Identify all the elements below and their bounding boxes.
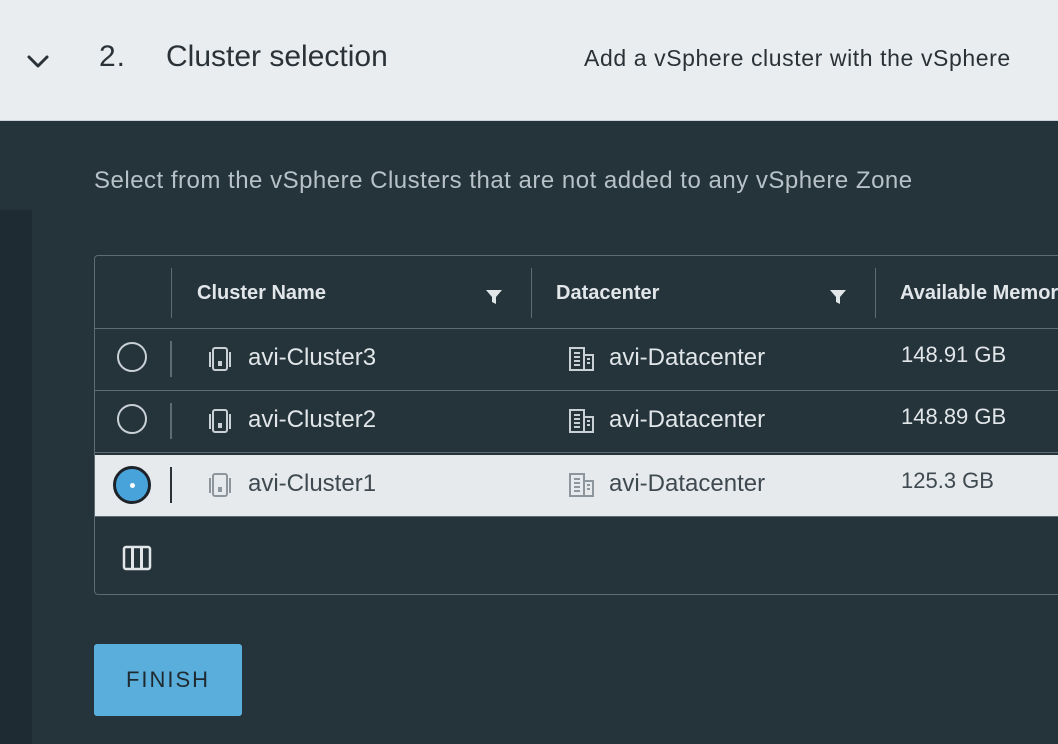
workload-management-page: 2. Cluster selection Add a vSphere clust… <box>0 0 1058 744</box>
filter-icon[interactable] <box>829 288 847 306</box>
datacenter-icon <box>569 347 594 371</box>
row-separator <box>170 403 172 439</box>
row-radio-button-checked[interactable] <box>113 466 151 504</box>
available-memory: 148.89 GB <box>901 404 1007 429</box>
datacenter-name: avi-Datacenter <box>609 470 766 497</box>
available-memory: 148.91 GB <box>901 342 1007 367</box>
cluster-icon <box>209 473 231 497</box>
datagrid-footer <box>95 518 1058 594</box>
column-separator[interactable] <box>531 268 532 318</box>
datagrid-header: Cluster Name Datacenter Available Memory <box>95 256 1058 329</box>
filter-icon[interactable] <box>485 288 503 306</box>
step-title: Cluster selection <box>166 40 388 73</box>
datacenter-name: avi-Datacenter <box>609 344 766 371</box>
datacenter-icon <box>569 473 594 497</box>
table-row[interactable]: avi-Cluster3 avi-Datacenter 148.91 GB <box>95 329 1058 391</box>
chevron-down-icon[interactable] <box>25 48 51 74</box>
datacenter-name: avi-Datacenter <box>609 406 766 433</box>
body-left-gutter <box>0 210 32 744</box>
row-separator <box>170 467 172 503</box>
finish-button[interactable]: FINISH <box>94 644 242 716</box>
row-radio-button[interactable] <box>117 342 147 372</box>
cluster-icon <box>209 347 231 371</box>
cluster-datagrid: Cluster Name Datacenter Available Memory… <box>94 255 1058 595</box>
datacenter-icon <box>569 409 594 433</box>
cluster-name[interactable]: avi-Cluster1 <box>248 470 376 498</box>
cluster-name[interactable]: avi-Cluster2 <box>248 406 376 434</box>
step-header[interactable]: 2. Cluster selection Add a vSphere clust… <box>0 0 1058 121</box>
row-radio-button[interactable] <box>117 404 147 434</box>
column-toggle-icon[interactable] <box>122 545 152 571</box>
column-header-datacenter[interactable]: Datacenter <box>556 282 659 305</box>
cluster-name[interactable]: avi-Cluster3 <box>248 344 376 372</box>
step-number: 2. <box>99 40 127 73</box>
row-separator <box>170 341 172 377</box>
column-header-cluster-name[interactable]: Cluster Name <box>197 282 326 305</box>
column-header-available-memory[interactable]: Available Memory <box>900 282 1058 305</box>
step-description: Add a vSphere cluster with the vSphere <box>584 45 1011 71</box>
table-row[interactable]: avi-Cluster2 avi-Datacenter 148.89 GB <box>95 391 1058 453</box>
available-memory: 125.3 GB <box>901 468 994 493</box>
column-separator[interactable] <box>875 268 876 318</box>
cluster-icon <box>209 409 231 433</box>
column-separator[interactable] <box>171 268 172 318</box>
table-row-selected[interactable]: avi-Cluster1 avi-Datacenter 125.3 GB <box>95 455 1058 517</box>
instruction-text: Select from the vSphere Clusters that ar… <box>94 167 913 194</box>
